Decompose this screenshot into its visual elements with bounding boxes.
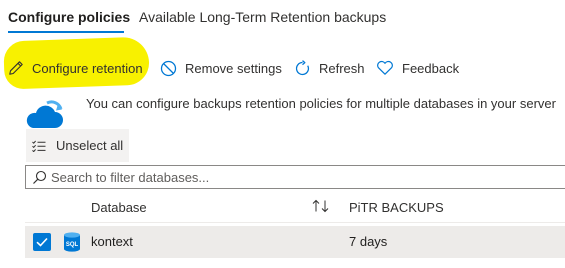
sort-icon[interactable]	[312, 199, 330, 216]
tab-available-ltr-backups[interactable]: Available Long-Term Retention backups	[139, 9, 386, 25]
active-tab-indicator	[8, 31, 124, 33]
column-header-pitr-backups[interactable]: PiTR BACKUPS	[349, 200, 444, 215]
feedback-label: Feedback	[402, 60, 460, 76]
refresh-icon	[295, 59, 310, 75]
configure-retention-label: Configure retention	[32, 60, 143, 76]
feedback-button[interactable]: Feedback	[376, 56, 459, 80]
column-header-database[interactable]: Database	[91, 200, 147, 215]
search-icon	[33, 170, 47, 184]
search-input[interactable]	[51, 169, 531, 185]
heart-icon	[377, 60, 393, 75]
svg-text:SQL: SQL	[66, 242, 79, 248]
tab-bar: Configure policies Available Long-Term R…	[0, 0, 565, 34]
cloud-backup-icon	[25, 97, 65, 132]
table-row[interactable]: SQL kontext 7 days	[25, 226, 565, 258]
list-icon	[32, 140, 46, 152]
unselect-all-label: Unselect all	[56, 138, 124, 153]
database-name: kontext	[91, 234, 133, 249]
refresh-label: Refresh	[319, 60, 365, 76]
block-icon	[160, 60, 177, 76]
pitr-value: 7 days	[349, 234, 388, 249]
command-bar: Configure retention Remove settings Refr…	[0, 56, 565, 80]
unselect-all-button[interactable]: Unselect all	[26, 129, 129, 162]
header-divider	[25, 222, 565, 223]
remove-settings-button[interactable]: Remove settings	[160, 56, 282, 80]
refresh-button[interactable]: Refresh	[294, 56, 365, 80]
remove-settings-label: Remove settings	[185, 60, 282, 76]
sql-database-icon: SQL	[63, 232, 81, 255]
database-filter-box	[25, 165, 565, 189]
pencil-icon	[9, 61, 23, 75]
up-down-arrows-icon	[312, 199, 329, 213]
info-message: You can configure backups retention poli…	[86, 96, 556, 111]
tab-configure-policies[interactable]: Configure policies	[8, 9, 130, 25]
checkmark-icon	[36, 237, 48, 247]
row-checkbox[interactable]	[33, 233, 51, 251]
configure-retention-button[interactable]: Configure retention	[8, 56, 143, 80]
